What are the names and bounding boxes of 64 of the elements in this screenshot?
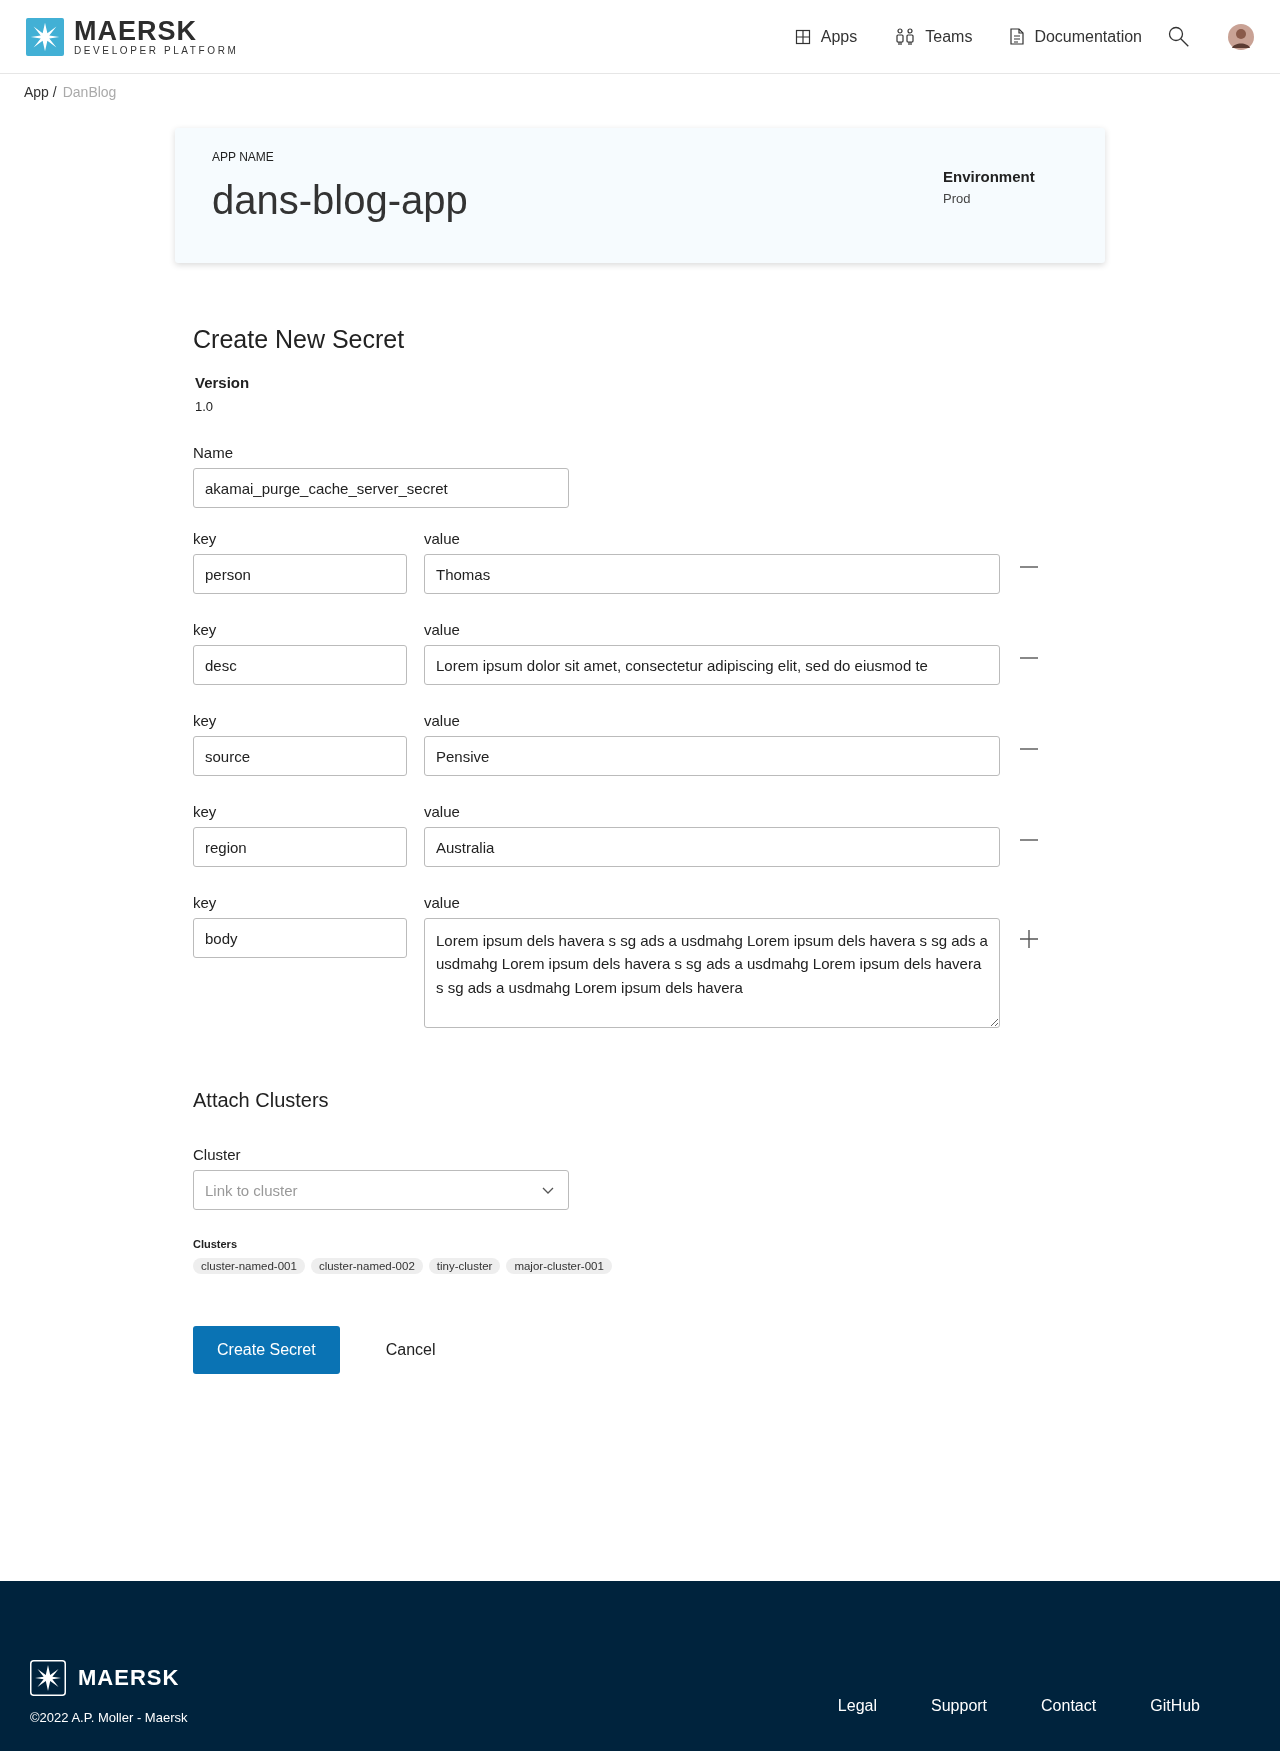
cluster-label: Cluster <box>193 1146 241 1163</box>
name-label: Name <box>193 444 233 461</box>
footer-wordmark: MAERSK <box>78 1665 180 1691</box>
key-field[interactable]: body <box>193 918 407 958</box>
version-value: 1.0 <box>195 399 215 414</box>
minus-icon[interactable] <box>1020 566 1038 568</box>
value-label: value <box>424 530 461 547</box>
value-label: value <box>424 712 461 729</box>
footer-link[interactable]: Contact <box>1041 1697 1097 1715</box>
app-name: dans-blog-app <box>212 178 468 223</box>
minus-icon[interactable] <box>1020 839 1038 841</box>
key-label: key <box>193 530 218 547</box>
app-name-label: APP NAME <box>212 150 275 164</box>
search-icon[interactable] <box>1168 25 1190 48</box>
value-label: value <box>424 621 461 638</box>
minus-icon[interactable] <box>1020 748 1038 750</box>
footer-link[interactable]: Legal <box>837 1697 877 1715</box>
name-field[interactable]: akamai_purge_cache_server_secret <box>193 468 569 508</box>
key-field[interactable]: desc <box>193 645 407 685</box>
nav-link[interactable]: Documentation <box>1010 27 1142 46</box>
clusters-label: Clusters <box>193 1238 238 1250</box>
minus-icon[interactable] <box>1020 657 1038 659</box>
version-label: Version <box>195 374 250 391</box>
cluster-tag: cluster-named-002 <box>310 1258 423 1274</box>
value-label: value <box>424 803 461 820</box>
value-label: value <box>424 894 461 911</box>
key-label: key <box>193 894 218 911</box>
create-secret-button[interactable]: Create Secret <box>193 1326 340 1374</box>
breadcrumb-link[interactable]: App / <box>24 84 57 100</box>
logo-subtitle: DEVELOPER PLATFORM <box>74 45 239 56</box>
grid-icon <box>794 28 811 45</box>
value-field[interactable]: Thomas <box>424 554 1000 594</box>
key-field[interactable]: source <box>193 736 407 776</box>
logo-wordmark: MAERSK <box>74 17 198 45</box>
avatar-icon[interactable] <box>1228 23 1254 50</box>
key-field[interactable]: person <box>193 554 407 594</box>
value-field[interactable]: Australia <box>424 827 1000 867</box>
document-icon <box>1010 28 1025 45</box>
section-title: Attach Clusters <box>193 1089 329 1112</box>
value-field[interactable]: Pensive <box>424 736 1000 776</box>
star-logo-icon <box>26 17 64 56</box>
key-field[interactable]: region <box>193 827 407 867</box>
environment-value: Prod <box>943 190 972 206</box>
footer-link[interactable]: GitHub <box>1150 1697 1200 1715</box>
nav-link[interactable]: Apps <box>794 27 858 46</box>
cluster-tag: cluster-named-001 <box>193 1258 305 1274</box>
key-label: key <box>193 803 218 820</box>
breadcrumb-current: DanBlog <box>62 84 117 100</box>
value-field[interactable]: Lorem ipsum dolor sit amet, consectetur adipiscing elit, sed do eiusmod te <box>424 645 1000 685</box>
nav-link[interactable]: Teams <box>895 27 973 46</box>
cluster-tag: tiny-cluster <box>428 1258 501 1274</box>
star-logo-icon <box>30 1660 66 1696</box>
copyright-text: ©2022 A.P. Moller - Maersk <box>30 1710 188 1725</box>
key-label: key <box>193 712 218 729</box>
plus-icon[interactable] <box>1020 930 1038 948</box>
chevron-down-icon <box>542 1186 554 1194</box>
form-title: Create New Secret <box>193 325 405 354</box>
footer-link[interactable]: Support <box>931 1697 988 1715</box>
key-label: key <box>193 621 218 638</box>
people-icon <box>895 27 916 46</box>
cluster-tag: major-cluster-001 <box>506 1258 612 1274</box>
environment-label: Environment <box>943 167 1036 185</box>
value-textarea[interactable]: Lorem ipsum dels havera s sg ads a usdmahg Lorem ipsum dels havera s sg ads a usdmahg Lorem ipsum dels havera s sg ads a usdmahg Lorem ipsum dels havera s sg ads a usdmahg Lorem ipsum dels havera <box>424 918 1000 1028</box>
cancel-button[interactable]: Cancel <box>379 1340 442 1360</box>
